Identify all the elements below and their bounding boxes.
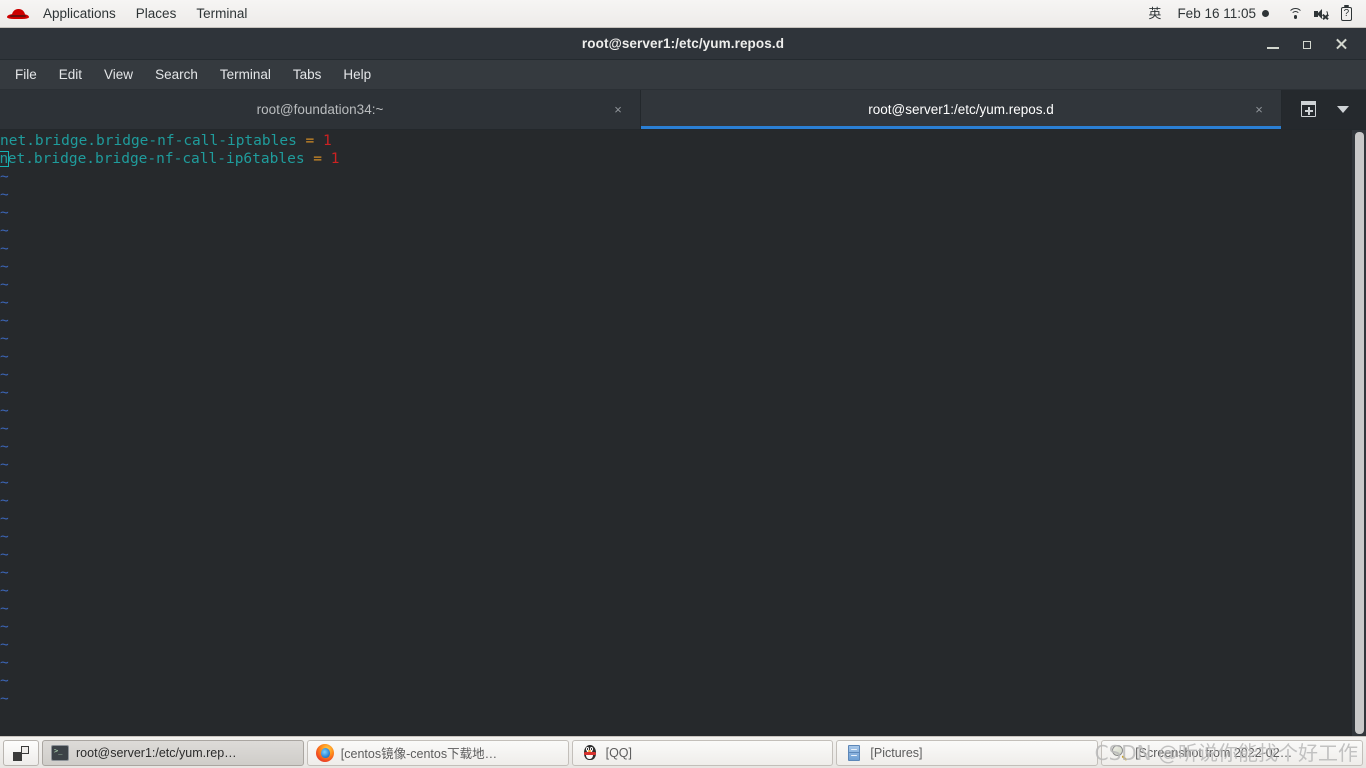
taskbar-item-pictures[interactable]: [Pictures] bbox=[836, 739, 1099, 766]
chevron-down-icon[interactable] bbox=[1336, 106, 1349, 113]
vim-empty-line-marker: ~ bbox=[0, 637, 9, 653]
tab-server1[interactable]: root@server1:/etc/yum.repos.d × bbox=[641, 90, 1282, 129]
terminal-scrollbar[interactable] bbox=[1352, 130, 1366, 736]
wifi-icon[interactable] bbox=[1287, 5, 1304, 22]
terminal-text-span: 1 bbox=[330, 151, 340, 167]
vim-empty-line-marker: ~ bbox=[0, 403, 9, 419]
tab-label: root@server1:/etc/yum.repos.d bbox=[868, 102, 1054, 117]
vim-empty-line-marker: ~ bbox=[0, 295, 9, 311]
menu-file[interactable]: File bbox=[4, 60, 48, 90]
panel-status-area: 英 Feb 16 11:05 ? bbox=[1138, 0, 1366, 28]
menubar: File Edit View Search Terminal Tabs Help bbox=[0, 60, 1366, 90]
vim-empty-line-marker: ~ bbox=[0, 673, 9, 689]
vim-empty-line-marker: ~ bbox=[0, 223, 9, 239]
vim-empty-line-marker: ~ bbox=[0, 601, 9, 617]
terminal-text-span: et.bridge.bridge-nf-call-ip6tables bbox=[7, 151, 305, 167]
vim-empty-line-marker: ~ bbox=[0, 331, 9, 347]
close-button[interactable] bbox=[1324, 28, 1358, 60]
terminal-text-span: = bbox=[304, 151, 331, 167]
vim-empty-line-marker: ~ bbox=[0, 475, 9, 491]
vim-empty-line-marker: ~ bbox=[0, 439, 9, 455]
gnome-top-panel: Applications Places Terminal 英 Feb 16 11… bbox=[0, 0, 1366, 28]
vim-empty-line-marker: ~ bbox=[0, 205, 9, 221]
terminal-line: net.bridge.bridge-nf-call-iptables = 1 bbox=[0, 132, 1352, 150]
tab-bar: root@foundation34:~ × root@server1:/etc/… bbox=[0, 90, 1366, 130]
terminal-line: net.bridge.bridge-nf-call-ip6tables = 1 bbox=[0, 150, 1352, 168]
menu-terminal[interactable]: Terminal bbox=[209, 60, 282, 90]
vim-empty-line-marker: ~ bbox=[0, 619, 9, 635]
vim-empty-line-marker: ~ bbox=[0, 277, 9, 293]
taskbar-item-screenshot[interactable]: [Screenshot from 2022-02… bbox=[1101, 739, 1363, 766]
clock[interactable]: Feb 16 11:05 bbox=[1171, 0, 1275, 28]
vim-empty-line-marker: ~ bbox=[0, 583, 9, 599]
pictures-icon bbox=[845, 744, 863, 762]
bottom-taskbar: >_ root@server1:/etc/yum.rep… [centos镜像-… bbox=[0, 736, 1366, 768]
tab-tools bbox=[1282, 90, 1366, 129]
taskbar-item-label: [QQ] bbox=[605, 745, 632, 760]
new-tab-icon[interactable] bbox=[1299, 100, 1318, 119]
notification-dot-icon bbox=[1262, 10, 1269, 17]
vim-empty-line-marker: ~ bbox=[0, 367, 9, 383]
terminal-text-span: 1 bbox=[323, 133, 332, 149]
menu-tabs[interactable]: Tabs bbox=[282, 60, 333, 90]
terminal-window: root@server1:/etc/yum.repos.d File Edit … bbox=[0, 28, 1366, 736]
firefox-icon bbox=[315, 743, 334, 762]
vim-empty-line-marker: ~ bbox=[0, 349, 9, 365]
taskbar-item-label: [Screenshot from 2022-02… bbox=[1135, 745, 1293, 760]
vim-empty-line-marker: ~ bbox=[0, 457, 9, 473]
input-method-indicator[interactable]: 英 bbox=[1138, 0, 1171, 28]
terminal-text-span: = bbox=[296, 133, 324, 149]
vim-empty-line-marker: ~ bbox=[0, 565, 9, 581]
vim-empty-line-marker: ~ bbox=[0, 547, 9, 563]
vim-empty-line-marker: ~ bbox=[0, 385, 9, 401]
panel-menu-applications[interactable]: Applications bbox=[33, 0, 126, 28]
vim-empty-line-marker: ~ bbox=[0, 691, 9, 707]
terminal-icon: >_ bbox=[51, 744, 69, 762]
menu-edit[interactable]: Edit bbox=[48, 60, 93, 90]
tab-label: root@foundation34:~ bbox=[256, 102, 384, 117]
window-title: root@server1:/etc/yum.repos.d bbox=[581, 36, 785, 51]
menu-view[interactable]: View bbox=[93, 60, 144, 90]
window-controls bbox=[1256, 28, 1358, 60]
taskbar-item-label: root@server1:/etc/yum.rep… bbox=[76, 745, 237, 760]
qq-icon bbox=[581, 744, 599, 762]
vim-empty-line-marker: ~ bbox=[0, 313, 9, 329]
panel-menu-terminal[interactable]: Terminal bbox=[186, 0, 257, 28]
vim-empty-line-marker: ~ bbox=[0, 421, 9, 437]
clock-label: Feb 16 11:05 bbox=[1177, 5, 1256, 21]
vim-empty-line-marker: ~ bbox=[0, 529, 9, 545]
screenshot-icon bbox=[1110, 744, 1128, 762]
taskbar-item-label: [Pictures] bbox=[870, 745, 923, 760]
terminal-text-span: net.bridge.bridge-nf-call-iptables bbox=[0, 133, 297, 149]
redhat-logo-icon bbox=[7, 6, 29, 22]
menu-help[interactable]: Help bbox=[332, 60, 382, 90]
taskbar-item-terminal[interactable]: >_ root@server1:/etc/yum.rep… bbox=[42, 739, 304, 766]
tab-close-icon[interactable]: × bbox=[1251, 102, 1267, 118]
window-titlebar[interactable]: root@server1:/etc/yum.repos.d bbox=[0, 28, 1366, 60]
vim-empty-line-marker: ~ bbox=[0, 655, 9, 671]
vim-empty-line-marker: ~ bbox=[0, 493, 9, 509]
terminal-text-area[interactable]: net.bridge.bridge-nf-call-iptables = 1 ne… bbox=[0, 130, 1352, 736]
panel-menu-places[interactable]: Places bbox=[126, 0, 187, 28]
tab-close-icon[interactable]: × bbox=[610, 102, 626, 118]
battery-unknown-icon[interactable]: ? bbox=[1339, 5, 1356, 22]
panel-tray-icons[interactable]: ? bbox=[1275, 5, 1366, 22]
scrollbar-thumb[interactable] bbox=[1355, 132, 1364, 734]
show-desktop-button[interactable] bbox=[3, 739, 39, 766]
vim-empty-line-marker: ~ bbox=[0, 241, 9, 257]
vim-empty-line-marker: ~ bbox=[0, 169, 9, 185]
taskbar-item-firefox[interactable]: [centos镜像-centos下载地… bbox=[306, 739, 569, 766]
vim-status-line: "/etc/sysctl.d/docker.conf" 2L, 79C 2,1 … bbox=[0, 716, 1352, 736]
minimize-button[interactable] bbox=[1256, 28, 1290, 60]
taskbar-item-label: [centos镜像-centos下载地… bbox=[340, 747, 498, 761]
menu-search[interactable]: Search bbox=[144, 60, 209, 90]
vim-empty-line-marker: ~ bbox=[0, 511, 9, 527]
maximize-button[interactable] bbox=[1290, 28, 1324, 60]
tab-foundation34[interactable]: root@foundation34:~ × bbox=[0, 90, 641, 129]
vim-empty-line-marker: ~ bbox=[0, 259, 9, 275]
vim-empty-line-marker: ~ bbox=[0, 187, 9, 203]
taskbar-item-qq[interactable]: [QQ] bbox=[571, 739, 834, 766]
terminal-viewport[interactable]: net.bridge.bridge-nf-call-iptables = 1 ne… bbox=[0, 130, 1366, 736]
speaker-muted-icon[interactable] bbox=[1313, 5, 1330, 22]
